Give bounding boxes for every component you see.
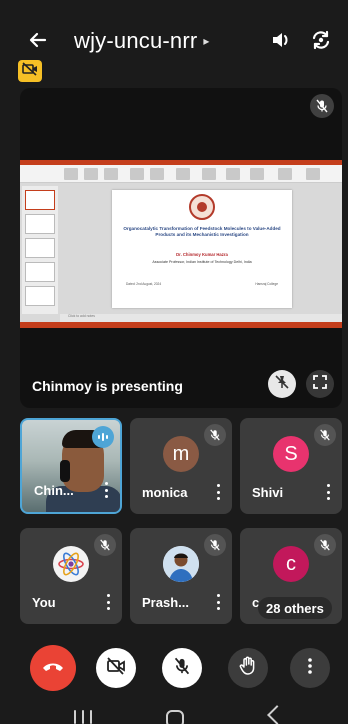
camera-toggle-button[interactable] xyxy=(96,648,136,688)
meeting-code-button[interactable]: wjy-uncu-nrr ▸ xyxy=(74,28,210,54)
slide-thumbnails xyxy=(22,186,58,314)
avatar: S xyxy=(273,436,309,472)
more-vert-icon xyxy=(307,657,313,680)
more-vert-icon[interactable] xyxy=(102,482,110,498)
end-call-button[interactable] xyxy=(30,645,76,691)
camera-off-badge[interactable] xyxy=(18,60,42,82)
slide-title: Organocatalytic Transformation of Feedst… xyxy=(123,226,281,237)
fullscreen-icon xyxy=(312,374,328,395)
system-back-icon[interactable] xyxy=(267,705,287,724)
participant-name: monica xyxy=(142,485,188,500)
end-call-icon xyxy=(41,659,65,678)
participant-name: Prash... xyxy=(142,595,189,610)
presentation-view[interactable]: Organocatalytic Transformation of Feedst… xyxy=(20,88,342,408)
participant-tile[interactable]: m monica xyxy=(130,418,232,514)
participant-name: Shivi xyxy=(252,485,284,500)
avatar: m xyxy=(163,436,199,472)
headphone-icon xyxy=(60,460,70,482)
more-options-button[interactable] xyxy=(290,648,330,688)
mic-off-icon xyxy=(314,424,336,446)
camera-off-icon xyxy=(106,656,126,680)
institute-logo-icon xyxy=(189,194,215,220)
atom-avatar-icon xyxy=(53,546,89,582)
more-vert-icon[interactable] xyxy=(214,594,222,610)
more-vert-icon[interactable] xyxy=(324,484,332,500)
mic-off-icon xyxy=(94,534,116,556)
participant-tile[interactable]: You xyxy=(20,528,122,624)
participant-name: You xyxy=(32,595,56,610)
home-icon[interactable] xyxy=(166,710,184,724)
system-nav-bar xyxy=(0,700,348,724)
participant-name: Chin... xyxy=(34,483,74,498)
ppt-status-bar xyxy=(20,322,342,328)
notes-bar: Click to add notes xyxy=(60,314,342,322)
slide-date: Dated: 2nd August, 2024 xyxy=(126,282,162,286)
raise-hand-button[interactable] xyxy=(228,648,268,688)
more-vert-icon[interactable] xyxy=(214,484,222,500)
slide: Organocatalytic Transformation of Feedst… xyxy=(112,190,292,308)
microphone-toggle-button[interactable] xyxy=(162,648,202,688)
mic-off-icon xyxy=(204,534,226,556)
mic-off-icon xyxy=(314,534,336,556)
participant-tile[interactable]: S Shivi xyxy=(240,418,342,514)
ppt-ribbon xyxy=(20,165,342,183)
shared-screen: Organocatalytic Transformation of Feedst… xyxy=(20,160,342,328)
talking-indicator-icon xyxy=(92,426,114,448)
raise-hand-icon xyxy=(239,656,257,681)
participant-tile[interactable]: Prash... xyxy=(130,528,232,624)
recents-icon[interactable] xyxy=(74,710,92,724)
avatar: c xyxy=(273,546,309,582)
slide-affiliation: Associate Professor, Indian Institute of… xyxy=(152,260,252,264)
camera-off-icon xyxy=(22,61,38,81)
camera-flip-icon[interactable] xyxy=(308,27,334,53)
more-vert-icon[interactable] xyxy=(104,594,112,610)
slide-college: Hansraj College xyxy=(255,282,278,286)
others-count-badge[interactable]: 28 others xyxy=(258,597,332,619)
mic-off-icon xyxy=(310,94,334,118)
top-bar: wjy-uncu-nrr ▸ xyxy=(0,20,348,60)
meeting-code: wjy-uncu-nrr xyxy=(74,28,198,53)
unpin-button[interactable] xyxy=(268,370,296,398)
mic-off-icon xyxy=(173,657,191,680)
pin-off-icon xyxy=(274,374,290,395)
fullscreen-button[interactable] xyxy=(306,370,334,398)
back-arrow-icon[interactable] xyxy=(24,26,52,54)
slide-author: Dr. Chinmoy Kumar Hazra xyxy=(176,252,228,257)
mic-off-icon xyxy=(204,424,226,446)
chevron-right-icon: ▸ xyxy=(203,34,210,48)
person-avatar-icon xyxy=(163,546,199,582)
speaker-icon[interactable] xyxy=(268,27,294,53)
call-controls xyxy=(0,644,348,692)
presenting-label: Chinmoy is presenting xyxy=(32,378,183,394)
participant-tile[interactable]: Chin... xyxy=(20,418,122,514)
